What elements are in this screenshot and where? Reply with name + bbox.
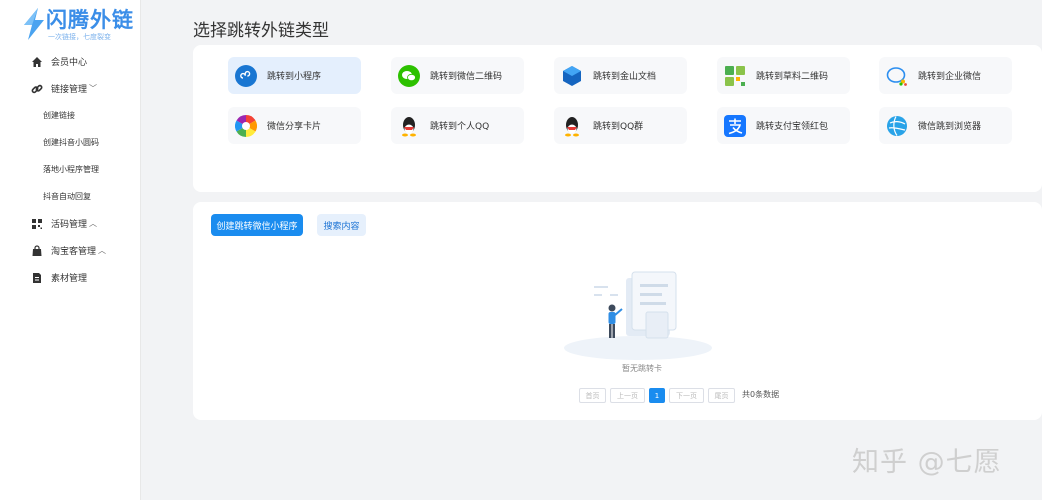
pagination-last-button[interactable]: 尾页 [708, 388, 735, 403]
sidebar-subitem-douyin-autoreply[interactable]: 抖音自动回复 [0, 183, 140, 210]
type-card-caoliao-qrcode[interactable]: 跳转到草料二维码 [717, 57, 850, 94]
type-card-wecom[interactable]: 跳转到企业微信 [879, 57, 1012, 94]
type-card-personal-qq[interactable]: 跳转到个人QQ [391, 107, 524, 144]
mini-program-icon [235, 64, 257, 87]
type-card-label: 跳转到企业微信 [918, 72, 982, 82]
type-card-kingsoft-docs[interactable]: 跳转到金山文档 [554, 57, 687, 94]
sidebar-item-label: 素材管理 [51, 274, 88, 284]
logo-subtitle: 一次链接，七度裂变 [48, 33, 111, 41]
type-card-share-card[interactable]: 微信分享卡片 [228, 107, 361, 144]
type-card-label: 跳转到微信二维码 [430, 72, 503, 82]
sidebar-menu: 会员中心 链接管理 ﹀ 创建链接 创建抖音小圆码 落地小程序管理 抖音自动回复 … [0, 48, 140, 291]
browser-icon [887, 115, 907, 136]
chevron-down-icon: ﹀ [89, 84, 98, 93]
chevron-up-icon: ︿ [89, 219, 98, 228]
sidebar: 闪腾外链 一次链接，七度裂变 会员中心 链接管理 ﹀ 创建链接 创建抖音小圆码 … [0, 0, 141, 500]
wechat-icon [398, 64, 420, 87]
type-card-label: 跳转支付宝领红包 [756, 122, 829, 132]
empty-state-illustration [564, 271, 712, 360]
share-card-icon [235, 114, 257, 137]
wecom-icon [886, 66, 907, 86]
empty-state-text: 暂无跳转卡 [622, 364, 662, 373]
sidebar-item-member-center[interactable]: 会员中心 [0, 48, 140, 75]
sidebar-item-label: 活码管理 [51, 220, 88, 230]
shopping-bag-icon [31, 244, 43, 257]
logo[interactable]: 闪腾外链 一次链接，七度裂变 [20, 4, 133, 44]
type-card-label: 跳转到金山文档 [593, 72, 657, 82]
kingsoft-docs-icon [563, 65, 581, 86]
type-card-label: 跳转到小程序 [267, 72, 322, 82]
pagination-next-button[interactable]: 下一页 [669, 388, 704, 403]
type-card-alipay-redpacket[interactable]: 跳转支付宝领红包 [717, 107, 850, 144]
sidebar-item-taobaoke[interactable]: 淘宝客管理 ︿ [0, 237, 140, 264]
sidebar-item-label: 链接管理 [51, 85, 88, 95]
chevron-up-icon: ︿ [98, 246, 107, 255]
logo-bolt-icon [24, 8, 44, 40]
type-card-label: 跳转到QQ群 [593, 122, 644, 132]
pagination-prev-button[interactable]: 上一页 [610, 388, 645, 403]
pagination-page-1[interactable]: 1 [649, 388, 665, 403]
sidebar-item-link-management[interactable]: 链接管理 ﹀ [0, 75, 140, 102]
caoliao-qrcode-icon [725, 65, 745, 86]
sidebar-item-label: 淘宝客管理 [51, 247, 97, 257]
link-icon [31, 83, 43, 95]
type-card-wechat-to-browser[interactable]: 微信跳到浏览器 [879, 107, 1012, 144]
sidebar-subitem-create-link[interactable]: 创建链接 [0, 102, 140, 129]
sidebar-item-materials[interactable]: 素材管理 [0, 264, 140, 291]
alipay-icon [724, 114, 746, 137]
create-miniprogram-jump-button[interactable]: 创建跳转微信小程序 [211, 214, 303, 236]
type-card-label: 跳转到草料二维码 [756, 72, 829, 82]
qq-icon [402, 116, 416, 136]
qrcode-icon [31, 218, 43, 230]
sidebar-subitem-create-douyin-code[interactable]: 创建抖音小圆码 [0, 129, 140, 156]
logo-title: 闪腾外链 [46, 8, 134, 32]
sidebar-item-live-code[interactable]: 活码管理 ︿ [0, 210, 140, 237]
sidebar-item-label: 会员中心 [51, 58, 88, 68]
pagination-total: 共0条数据 [742, 390, 780, 399]
type-card-label: 微信跳到浏览器 [918, 122, 982, 132]
type-card-qq-group[interactable]: 跳转到QQ群 [554, 107, 687, 144]
type-card-label: 微信分享卡片 [267, 122, 322, 132]
search-content-button[interactable]: 搜索内容 [317, 214, 366, 236]
type-card-wechat-qrcode[interactable]: 跳转到微信二维码 [391, 57, 524, 94]
watermark: 知乎 @七愿 [852, 447, 1002, 478]
home-icon [31, 56, 43, 68]
type-card-mini-program[interactable]: 跳转到小程序 [228, 57, 361, 94]
type-card-label: 跳转到个人QQ [430, 122, 490, 132]
qq-group-icon [565, 116, 579, 136]
page-title: 选择跳转外链类型 [193, 21, 329, 41]
document-icon [31, 272, 43, 284]
sidebar-subitem-landing-miniprogram[interactable]: 落地小程序管理 [0, 156, 140, 183]
pagination-first-button[interactable]: 首页 [579, 388, 606, 403]
